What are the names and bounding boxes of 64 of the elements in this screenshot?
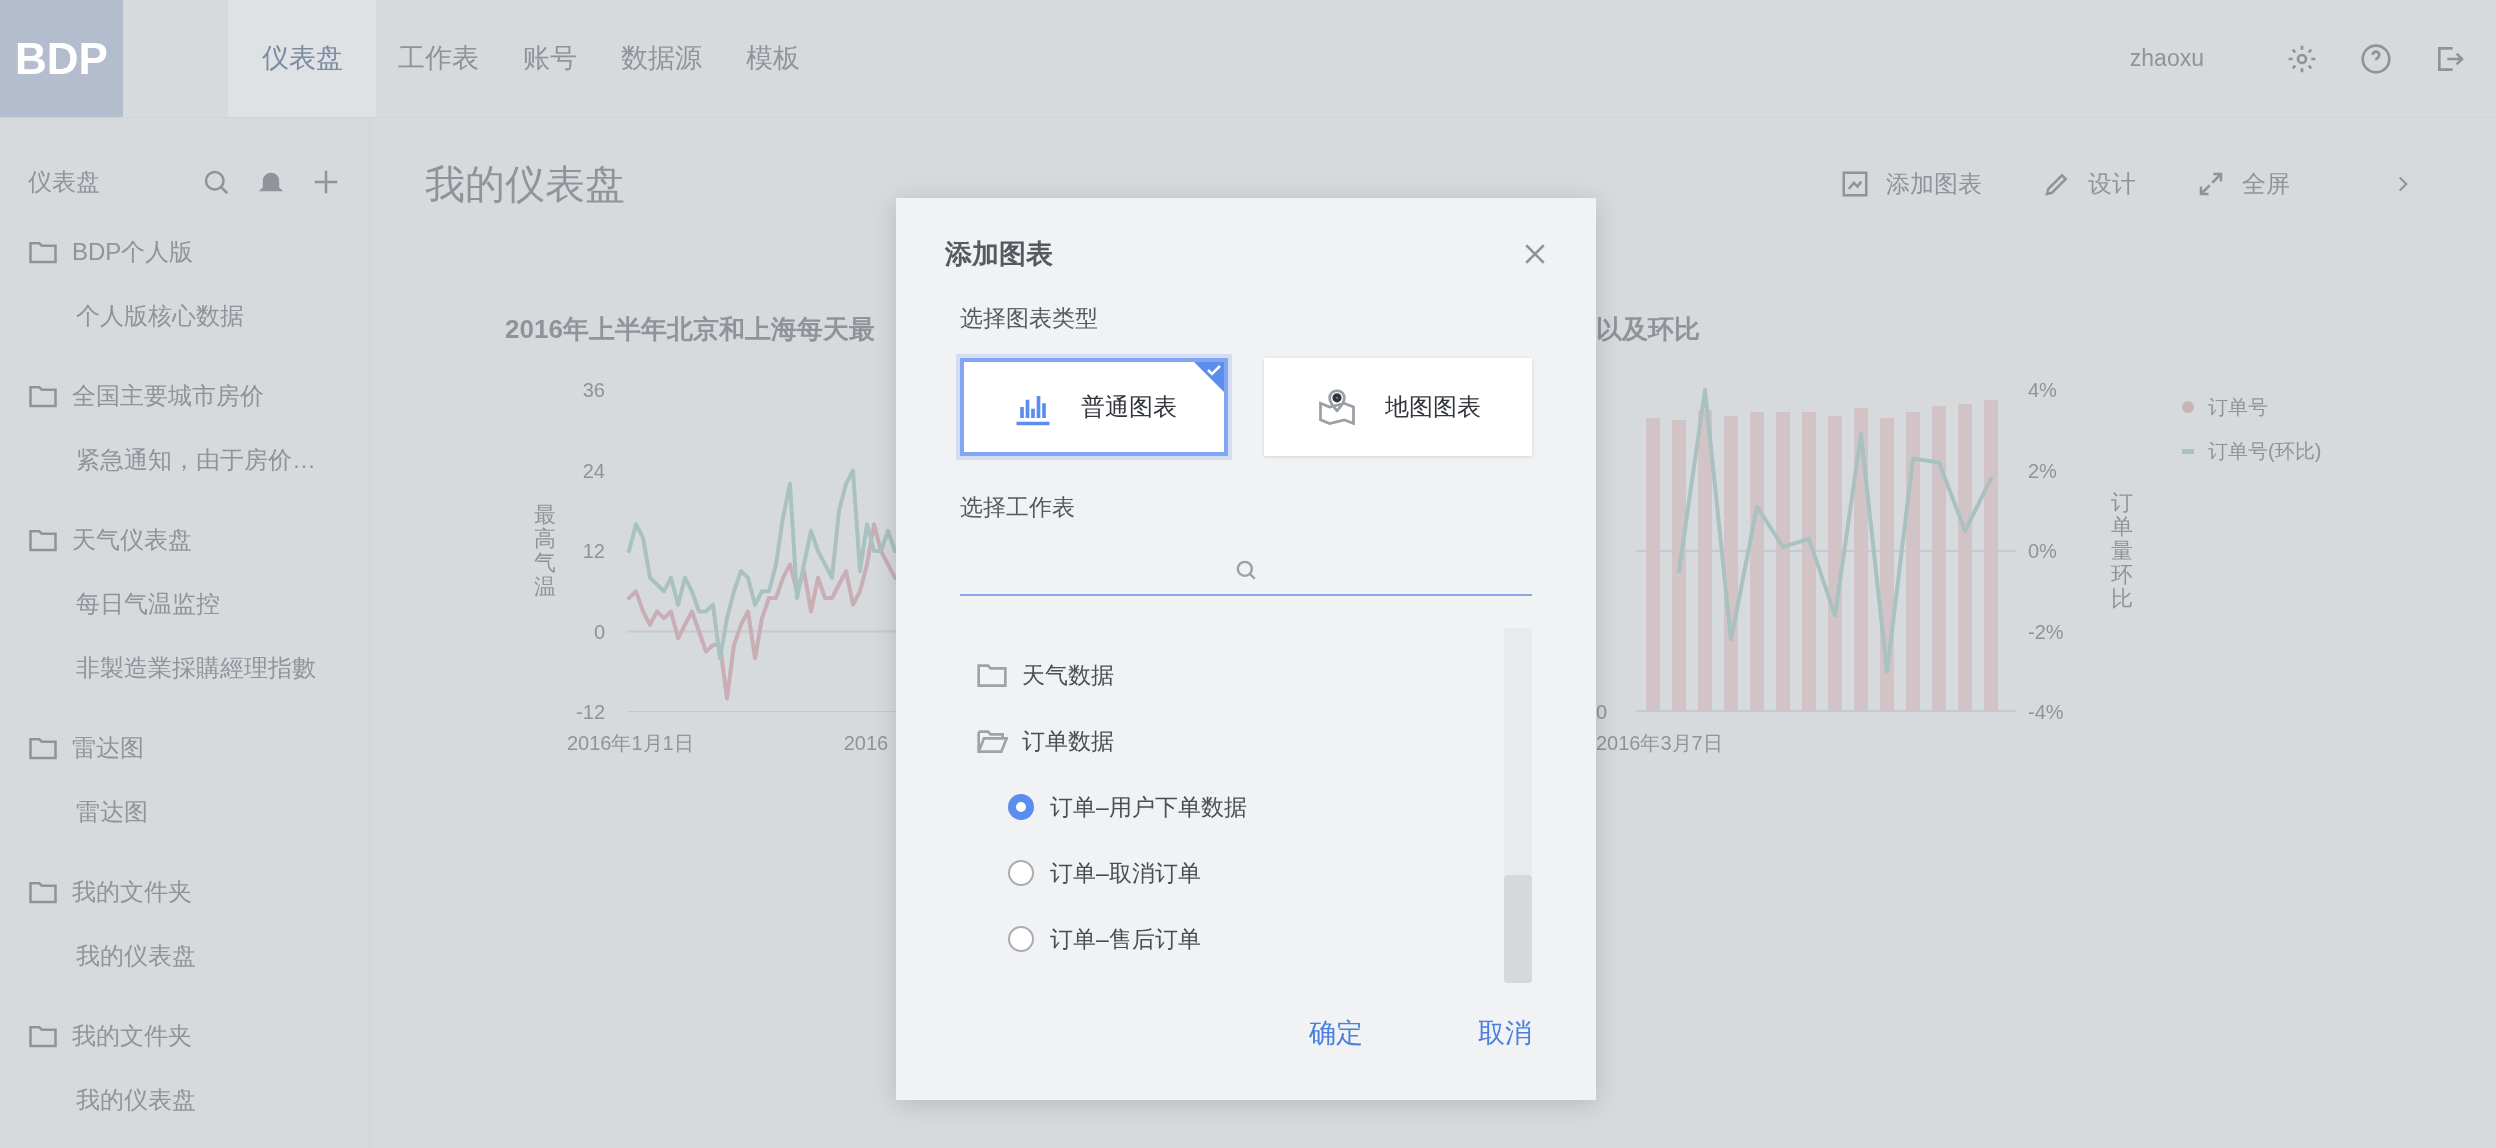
check-corner-icon bbox=[1194, 361, 1224, 392]
toolbar-button[interactable]: 全屏 bbox=[2242, 166, 2290, 202]
axis-tick: 2016年1月1日 bbox=[567, 731, 694, 756]
axis-tick: -2% bbox=[2028, 621, 2064, 642]
scrollbar[interactable] bbox=[1504, 628, 1532, 983]
nav-tab[interactable]: 模板 bbox=[724, 0, 822, 117]
username[interactable]: zhaoxu bbox=[2129, 41, 2204, 76]
dashboard-item[interactable]: 每日气温监控 bbox=[76, 586, 220, 622]
worksheet-label[interactable]: 订单–售后订单 bbox=[1050, 921, 1201, 957]
sidebar-title: 仪表盘 bbox=[28, 167, 100, 197]
axis-tick: 0 bbox=[1596, 702, 1609, 722]
worksheet-label[interactable]: 订单–用户下单数据 bbox=[1050, 789, 1247, 825]
axis-tick: 2016 bbox=[843, 731, 889, 756]
dialog-title: 添加图表 bbox=[945, 237, 1053, 271]
folder-label[interactable]: 天气仪表盘 bbox=[72, 522, 192, 558]
nav-tab[interactable]: 仪表盘 bbox=[228, 0, 376, 117]
folder-label[interactable]: BDP个人版 bbox=[72, 234, 194, 270]
axis-tick: 12 bbox=[582, 541, 605, 561]
axis-tick: -12 bbox=[576, 702, 605, 722]
radio-button[interactable] bbox=[1008, 794, 1034, 820]
scrollbar-thumb[interactable] bbox=[1504, 875, 1532, 983]
dashboard-item[interactable]: 非製造業採購經理指數 bbox=[76, 650, 316, 686]
radio-button[interactable] bbox=[1008, 926, 1034, 952]
nav-tab[interactable]: 账号 bbox=[501, 0, 599, 117]
section-label: 选择工作表 bbox=[960, 492, 1076, 522]
section-label: 选择图表类型 bbox=[960, 304, 1099, 333]
toolbar-button[interactable]: 设计 bbox=[2088, 166, 2136, 202]
dashboard-item[interactable]: 雷达图 bbox=[76, 794, 148, 830]
axis-label: 最高气温 bbox=[534, 502, 556, 600]
chart-type-option[interactable]: 地图图表 bbox=[1264, 357, 1532, 456]
folder-label[interactable]: 全国主要城市房价 bbox=[72, 378, 264, 414]
folder-label[interactable]: 我的文件夹 bbox=[72, 1018, 192, 1054]
logo: BDP bbox=[0, 0, 123, 117]
cancel-button[interactable]: 取消 bbox=[1478, 1013, 1532, 1054]
dashboard-item[interactable]: 我的仪表盘 bbox=[76, 938, 196, 974]
folder-label[interactable]: 天气数据 bbox=[1022, 657, 1114, 693]
help-icon[interactable] bbox=[2360, 42, 2392, 75]
dashboard-item[interactable]: 个人版核心数据 bbox=[76, 298, 244, 334]
legend-label: 订单号 bbox=[2208, 395, 2268, 420]
dashboard-item[interactable]: 紧急通知，由于房价… bbox=[76, 442, 316, 478]
axis-tick: 24 bbox=[582, 460, 605, 481]
axis-tick: 0 bbox=[593, 621, 605, 642]
folder-label[interactable]: 订单数据 bbox=[1022, 723, 1114, 759]
legend-label: 订单号(环比) bbox=[2208, 439, 2322, 464]
toolbar-button[interactable]: 添加图表 bbox=[1886, 166, 1982, 202]
chart-title: 2016年上半年北京和上海每天最 bbox=[505, 313, 875, 346]
axis-tick: 2% bbox=[2028, 460, 2057, 481]
dashboard-item[interactable]: 我的仪表盘 bbox=[76, 1082, 196, 1118]
nav-tab[interactable]: 工作表 bbox=[376, 0, 501, 117]
page-title: 我的仪表盘 bbox=[425, 161, 625, 208]
axis-tick: 36 bbox=[582, 380, 605, 400]
axis-tick: 2016年3月7日 bbox=[1596, 731, 1723, 756]
axis-label: 订单量环比 bbox=[2111, 490, 2133, 612]
axis-tick: -4% bbox=[2028, 702, 2064, 722]
axis-tick: 0% bbox=[2028, 541, 2057, 561]
picture-icon[interactable] bbox=[1840, 169, 1870, 199]
confirm-button[interactable]: 确定 bbox=[1309, 1013, 1363, 1054]
radio-button[interactable] bbox=[1008, 860, 1034, 886]
folder-label[interactable]: 我的文件夹 bbox=[72, 874, 192, 910]
axis-tick: 4% bbox=[2028, 380, 2057, 400]
worksheet-label[interactable]: 订单–取消订单 bbox=[1050, 855, 1201, 891]
chart-title: 以及环比 bbox=[1596, 313, 1700, 346]
folder-label[interactable]: 雷达图 bbox=[72, 730, 144, 766]
nav-tab[interactable]: 数据源 bbox=[599, 0, 724, 117]
